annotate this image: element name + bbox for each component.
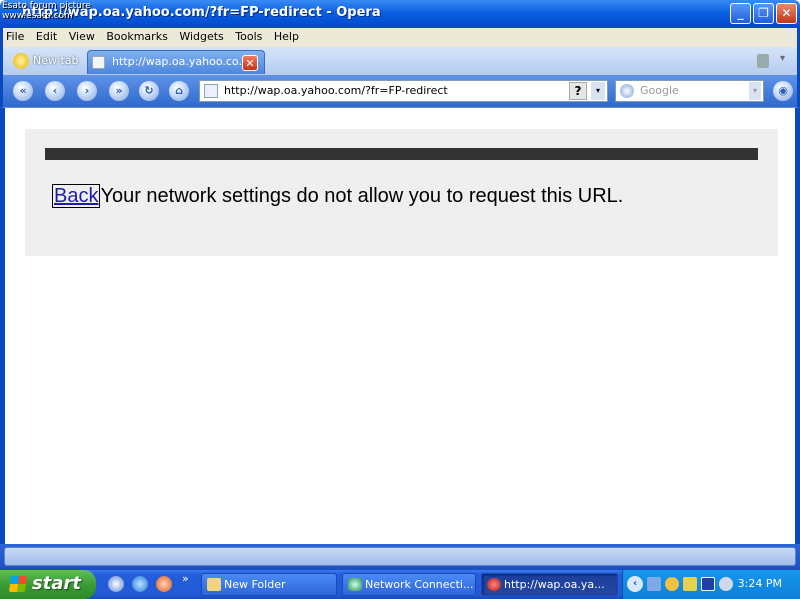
tray-volume-icon[interactable] [719, 577, 733, 591]
address-dropdown-icon[interactable]: ▾ [591, 82, 605, 100]
task-label: New Folder [224, 578, 286, 591]
active-tab-label: http://wap.oa.yahoo.co... [112, 55, 249, 68]
minimize-button[interactable]: _ [730, 3, 751, 24]
quicklaunch-desktop-icon[interactable] [108, 576, 124, 592]
search-placeholder: Google [640, 84, 679, 97]
panel-toggle-icon[interactable]: ◉ [773, 81, 793, 101]
search-dropdown-icon[interactable]: ▾ [749, 82, 761, 100]
menu-widgets[interactable]: Widgets [176, 28, 228, 43]
maximize-button[interactable]: ❐ [753, 3, 774, 24]
menu-view[interactable]: View [66, 28, 100, 43]
watermark-line-2: www.esato.com [2, 11, 73, 21]
reload-icon[interactable]: ↻ [139, 81, 159, 101]
address-text: http://wap.oa.yahoo.com/?fr=FP-redirect [224, 84, 448, 97]
quicklaunch-ie-icon[interactable] [132, 576, 148, 592]
star-icon [13, 53, 29, 69]
tray-warning-icon[interactable] [683, 577, 697, 591]
folder-icon [207, 578, 221, 591]
windows-logo-icon [8, 576, 28, 592]
close-tab-button[interactable]: ✕ [242, 55, 258, 71]
status-bar [0, 544, 800, 570]
task-network-connections[interactable]: Network Connecti... [342, 573, 476, 596]
error-message-row: Back Your network settings do not allow y… [52, 184, 624, 208]
page-icon [204, 84, 218, 98]
tray-play-icon[interactable] [701, 577, 715, 591]
task-label: http://wap.oa.ya... [504, 578, 605, 591]
error-message: Your network settings do not allow you t… [100, 185, 624, 207]
page-viewport: Back Your network settings do not allow y… [0, 107, 800, 544]
task-opera[interactable]: http://wap.oa.ya... [481, 573, 618, 596]
tray-globe-icon[interactable] [665, 577, 679, 591]
address-bar[interactable]: http://wap.oa.yahoo.com/?fr=FP-redirect … [199, 80, 608, 102]
menu-tools[interactable]: Tools [232, 28, 267, 43]
task-new-folder[interactable]: New Folder [201, 573, 337, 596]
menu-edit[interactable]: Edit [33, 28, 62, 43]
tab-menu-icon[interactable]: ▾ [780, 53, 785, 64]
fast-forward-icon[interactable]: » [109, 81, 129, 101]
back-icon[interactable]: « [13, 81, 33, 101]
new-tab-label: New tab [33, 54, 79, 67]
rewind-icon[interactable]: ‹ [45, 81, 65, 101]
trash-icon[interactable] [757, 54, 769, 68]
watermark: Esato forum picture www.esato.com [2, 1, 91, 21]
menu-bookmarks[interactable]: Bookmarks [103, 28, 172, 43]
navigation-toolbar: « ‹ › » ↻ ⌂ http://wap.oa.yahoo.com/?fr=… [0, 75, 800, 107]
status-bar-area [4, 547, 796, 566]
menu-help[interactable]: Help [271, 28, 304, 43]
tray-expand-icon[interactable]: ‹ [627, 576, 643, 592]
taskbar: start » New Folder Network Connecti... h… [0, 570, 800, 599]
system-tray: ‹ 3:24 PM [622, 570, 800, 599]
error-panel: Back Your network settings do not allow y… [25, 129, 778, 256]
clock: 3:24 PM [737, 577, 782, 590]
page-icon [92, 56, 105, 69]
start-button[interactable]: start [0, 570, 96, 599]
new-tab-button[interactable]: New tab [9, 50, 83, 74]
search-engine-icon[interactable] [620, 84, 634, 98]
close-window-button[interactable]: ✕ [776, 3, 797, 24]
tab-bar: New tab http://wap.oa.yahoo.co... ✕ ▾ [0, 47, 800, 75]
tray-network-icon[interactable] [647, 577, 661, 591]
back-link[interactable]: Back [52, 184, 101, 208]
watermark-line-1: Esato forum picture [2, 1, 91, 11]
menu-file[interactable]: File [3, 28, 29, 43]
home-icon[interactable]: ⌂ [169, 81, 189, 101]
help-button[interactable]: ? [569, 82, 587, 100]
forward-icon[interactable]: › [77, 81, 97, 101]
search-field[interactable]: Google ▾ [615, 80, 764, 102]
task-label: Network Connecti... [365, 578, 474, 591]
opera-icon [487, 578, 501, 591]
header-rule [45, 148, 758, 160]
start-label: start [32, 573, 81, 594]
quicklaunch-media-icon[interactable] [156, 576, 172, 592]
window-title-bar[interactable]: Esato forum picture www.esato.com http:/… [0, 0, 800, 28]
quicklaunch-chevron[interactable]: » [182, 572, 189, 585]
menu-bar: File Edit View Bookmarks Widgets Tools H… [0, 28, 800, 47]
network-icon [348, 578, 362, 591]
tab-active-page[interactable]: http://wap.oa.yahoo.co... ✕ [87, 50, 265, 74]
